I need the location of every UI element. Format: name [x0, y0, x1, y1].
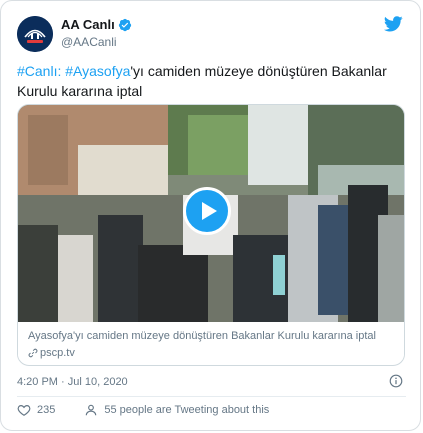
tweet-actions: 235 55 people are Tweeting about this — [17, 403, 269, 417]
author-name-row[interactable]: AA Canlı — [61, 17, 132, 33]
twitter-bird-icon[interactable] — [384, 16, 403, 32]
like-count[interactable]: 235 — [37, 403, 55, 417]
tweet-card: AA Canlı @AACanli #Canlı: #Ayasofya'yı c… — [0, 0, 421, 431]
people-tweeting-link[interactable]: 55 people are Tweeting about this — [84, 403, 269, 417]
tweet-text: #Canlı: #Ayasofya'yı camiden müzeye dönü… — [17, 61, 409, 101]
hashtag-canli[interactable]: #Canlı: — [17, 63, 61, 79]
card-domain[interactable]: pscp.tv — [40, 346, 75, 360]
play-icon — [201, 202, 217, 220]
avatar[interactable] — [17, 16, 53, 52]
people-tweeting-text[interactable]: 55 people are Tweeting about this — [104, 403, 269, 417]
hashtag-ayasofya[interactable]: #Ayasofya — [65, 63, 130, 79]
card-info[interactable]: Ayasofya'yı camiden müzeye dönüştüren Ba… — [18, 322, 404, 360]
aa-logo-icon — [17, 16, 53, 52]
author-name[interactable]: AA Canlı — [61, 17, 115, 33]
link-card[interactable]: Ayasofya'yı camiden müzeye dönüştüren Ba… — [17, 104, 405, 366]
info-icon[interactable] — [389, 374, 403, 388]
card-title[interactable]: Ayasofya'yı camiden müzeye dönüştüren Ba… — [28, 329, 394, 343]
author-handle[interactable]: @AACanli — [61, 35, 117, 49]
divider — [17, 396, 406, 397]
video-player[interactable] — [18, 105, 404, 322]
verified-badge-icon — [118, 18, 131, 32]
link-icon — [28, 348, 38, 358]
tweet-timestamp[interactable]: 4:20 PM · Jul 10, 2020 — [17, 375, 128, 389]
person-icon — [86, 404, 97, 416]
heart-icon[interactable] — [17, 403, 31, 417]
card-domain-row[interactable]: pscp.tv — [28, 346, 394, 360]
play-button[interactable] — [183, 187, 231, 235]
